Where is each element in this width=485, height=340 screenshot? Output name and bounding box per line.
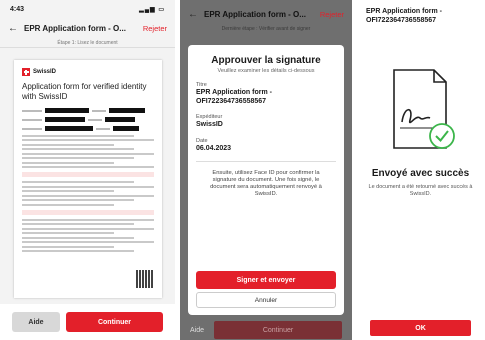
app-bar: ← EPR Application form - O... Rejeter [0,18,175,38]
date-value: 06.04.2023 [196,144,232,152]
continue-button[interactable]: Continuer [214,321,342,339]
qr-code-icon [136,270,154,288]
page-title: EPR Application form - O... [24,23,126,33]
screen-sent-success: EPR Application form - OFI72236473655856… [356,0,485,340]
back-arrow-icon[interactable]: ← [188,9,198,20]
help-button[interactable]: Aide [190,327,204,334]
swiss-cross-icon [22,68,30,76]
sign-and-send-button[interactable]: Signer et envoyer [196,271,336,289]
status-time: 4:43 [10,5,25,13]
document-fields [22,107,154,132]
sender-value: SwissID [196,121,223,128]
dialog-title: Approuver la signature [211,55,321,66]
status-bar: 4:43 ▂▄▆ ▭ [0,0,175,18]
highlight-block [22,209,154,215]
success-title: Envoyé avec succès [371,168,470,179]
document-title: Application form for verified identity w… [22,82,147,101]
divider [196,161,336,162]
back-arrow-icon[interactable]: ← [8,23,18,34]
document-header: EPR Application form - OFI72236473655856… [366,8,442,24]
bottom-action-bar: Aide Continuer [0,304,175,340]
doc-brand: SwissID [33,69,57,75]
sender-label: Expéditeur [196,114,223,120]
signed-document-icon [393,69,455,149]
bottom-action-bar: Aide Continuer [180,320,352,340]
document-preview[interactable]: SwissID Application form for verified id… [14,60,162,298]
title-value: EPR Application form - OFI72236473655856… [196,89,272,105]
title-label: Titre [196,82,207,88]
signal-battery-icon: ▂▄▆ ▭ [139,6,165,13]
reject-button[interactable]: Rejeter [143,24,167,33]
face-id-info-text: Ensuite, utilisez Face ID pour confirmer… [210,170,322,197]
highlight-block [22,172,154,177]
ok-button[interactable]: OK [370,320,471,336]
swissid-logo: SwissID [22,68,154,76]
cancel-button[interactable]: Annuler [196,292,336,308]
success-message: Le document a été retourné avec succès à… [368,184,473,197]
date-label: Date [196,137,208,144]
reject-button[interactable]: Rejeter [320,10,344,19]
page-title: EPR Application form - O... [204,9,306,19]
dialog-subtitle: Veuillez examiner les détails ci-dessous [217,68,315,74]
screen-read-document: 4:43 ▂▄▆ ▭ ← EPR Application form - O...… [0,0,175,340]
help-button[interactable]: Aide [12,312,60,332]
approve-signature-dialog: Approuver la signature Veuillez examiner… [188,45,344,315]
step-indicator: Étape 1: Lisez le document [0,38,175,48]
app-bar: ← EPR Application form - O... Rejeter [180,4,352,24]
step-indicator: Dernière étape : Vérifier avant de signe… [221,26,311,32]
screen-approve-signature: ← EPR Application form - O... Rejeter De… [180,0,352,340]
continue-button[interactable]: Continuer [66,312,163,332]
